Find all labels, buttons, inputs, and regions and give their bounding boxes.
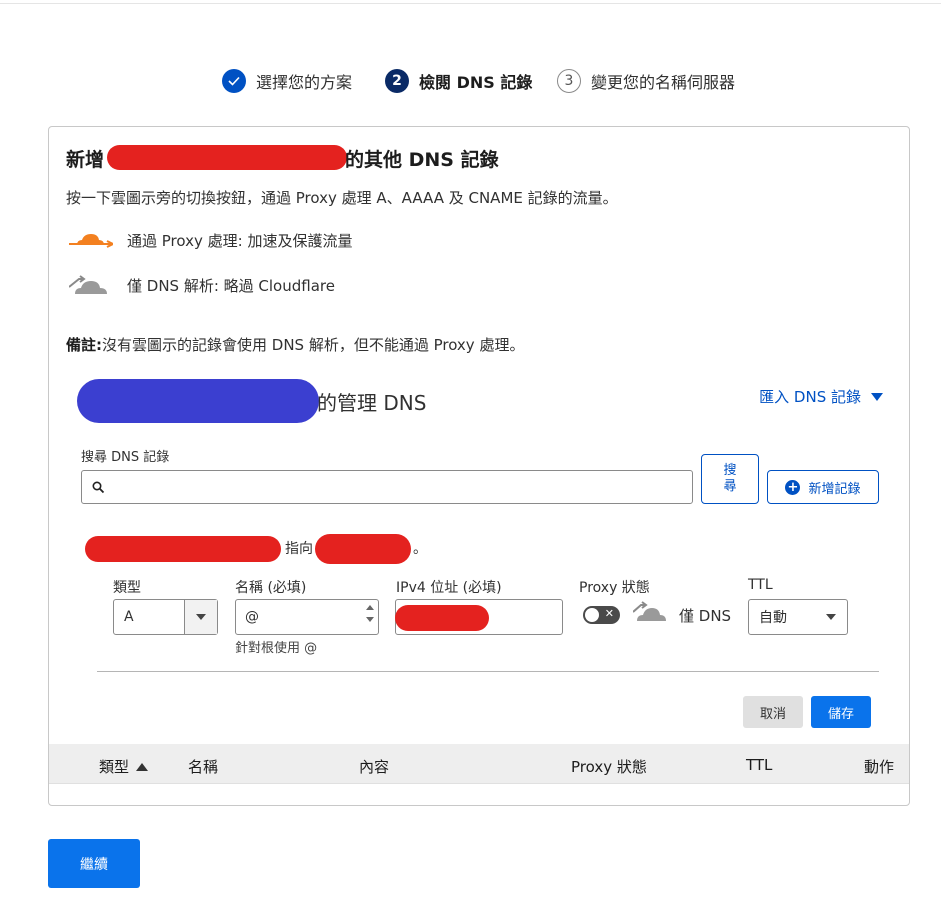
search-input[interactable] — [81, 470, 693, 504]
stepper-arrows-icon[interactable] — [366, 605, 374, 622]
name-help-text: 針對根使用 @ — [235, 641, 318, 656]
step-label: 選擇您的方案 — [256, 73, 353, 92]
type-value: A — [124, 609, 134, 625]
legend-proxied-label: 通過 Proxy 處理: 加速及保護流量 — [127, 231, 353, 250]
column-header-ttl[interactable]: TTL — [746, 756, 772, 774]
step-number: 2 — [385, 69, 409, 93]
type-field-label: 類型 — [113, 580, 141, 596]
column-header-content[interactable]: 內容 — [359, 756, 389, 777]
sort-ascending-icon — [136, 762, 149, 771]
chevron-down-icon — [815, 600, 847, 634]
card-title-suffix: 的其他 DNS 記錄 — [345, 149, 499, 171]
points-to-label: 指向 — [285, 541, 313, 557]
step-label: 檢閱 DNS 記錄 — [419, 73, 533, 92]
search-label: 搜尋 DNS 記錄 — [81, 450, 170, 465]
name-field[interactable]: @ — [235, 599, 379, 635]
points-to-period: 。 — [413, 541, 427, 557]
redacted-ip — [395, 605, 489, 631]
ttl-value: 自動 — [759, 610, 787, 626]
column-header-proxy-status[interactable]: Proxy 狀態 — [571, 756, 647, 777]
add-record-label: 新增記錄 — [808, 481, 861, 497]
column-header-actions: 動作 — [864, 758, 895, 776]
search-button-label: 搜 尋 — [723, 463, 737, 494]
proxy-toggle[interactable]: ✕ — [583, 606, 620, 624]
proxy-status-text: 僅 DNS — [679, 607, 732, 625]
plus-circle-icon: + — [785, 479, 801, 495]
import-label: 匯入 DNS 記錄 — [759, 388, 861, 406]
orange-cloud-icon — [69, 234, 113, 248]
step-change-nameservers: 3 變更您的名稱伺服器 — [557, 68, 735, 94]
ipv4-field-label: IPv4 位址 (必填) — [396, 580, 502, 596]
legend-dns-only: 僅 DNS 解析: 略過 Cloudflare — [69, 272, 335, 298]
name-field-label: 名稱 (必填) — [235, 580, 307, 596]
card-description: 按一下雲圖示旁的切換按鈕，通過 Proxy 處理 A、AAAA 及 CNAME … — [66, 189, 618, 207]
top-divider — [0, 3, 941, 4]
title-prefix: 新增 — [66, 149, 105, 171]
search-icon — [92, 480, 105, 493]
cancel-button[interactable]: 取消 — [743, 696, 803, 728]
add-record-button[interactable]: + 新增記錄 — [767, 470, 879, 504]
column-label: 類型 — [99, 758, 130, 776]
note-text: 沒有雲圖示的記錄會使用 DNS 解析，但不能通過 Proxy 處理。 — [102, 336, 525, 354]
form-divider — [97, 671, 879, 672]
dns-records-card: 新增 的其他 DNS 記錄 按一下雲圖示旁的切換按鈕，通過 Proxy 處理 A… — [48, 126, 910, 806]
save-button[interactable]: 儲存 — [811, 696, 871, 728]
name-value: @ — [245, 609, 259, 625]
proxy-status-label: Proxy 狀態 — [579, 580, 650, 596]
step-number: 3 — [557, 69, 581, 93]
redacted-domain — [85, 536, 281, 562]
dns-management-title: 的管理 DNS — [317, 391, 427, 415]
records-table-header: 類型 名稱 內容 Proxy 狀態 TTL 動作 — [49, 744, 909, 784]
continue-button[interactable]: 繼續 — [48, 839, 140, 888]
import-dns-records-button[interactable]: 匯入 DNS 記錄 — [759, 386, 883, 407]
type-select[interactable]: A — [113, 599, 218, 635]
redacted-domain — [77, 379, 319, 423]
column-header-type[interactable]: 類型 — [99, 756, 149, 777]
search-button[interactable]: 搜 尋 — [701, 454, 759, 504]
ttl-select[interactable]: 自動 — [748, 599, 848, 635]
step-choose-plan: 選擇您的方案 — [222, 68, 352, 94]
redacted-domain — [107, 145, 347, 170]
step-label: 變更您的名稱伺服器 — [591, 73, 736, 92]
legend-dns-only-label: 僅 DNS 解析: 略過 Cloudflare — [127, 276, 335, 295]
chevron-down-icon — [184, 600, 217, 634]
caret-down-icon — [871, 392, 883, 401]
redacted-target — [315, 534, 411, 564]
gray-cloud-icon — [633, 601, 666, 621]
gray-cloud-icon — [69, 275, 107, 294]
column-header-name[interactable]: 名稱 — [188, 756, 218, 777]
ttl-field-label: TTL — [748, 577, 773, 593]
toggle-knob — [585, 608, 599, 622]
check-icon — [222, 69, 246, 93]
close-icon: ✕ — [604, 607, 614, 620]
card-title: 新增 — [66, 145, 104, 172]
step-review-dns: 2 檢閱 DNS 記錄 — [385, 68, 532, 94]
note-bold: 備註: — [66, 336, 102, 354]
legend-proxied: 通過 Proxy 處理: 加速及保護流量 — [69, 227, 352, 253]
card-note: 備註:沒有雲圖示的記錄會使用 DNS 解析，但不能通過 Proxy 處理。 — [66, 334, 524, 355]
